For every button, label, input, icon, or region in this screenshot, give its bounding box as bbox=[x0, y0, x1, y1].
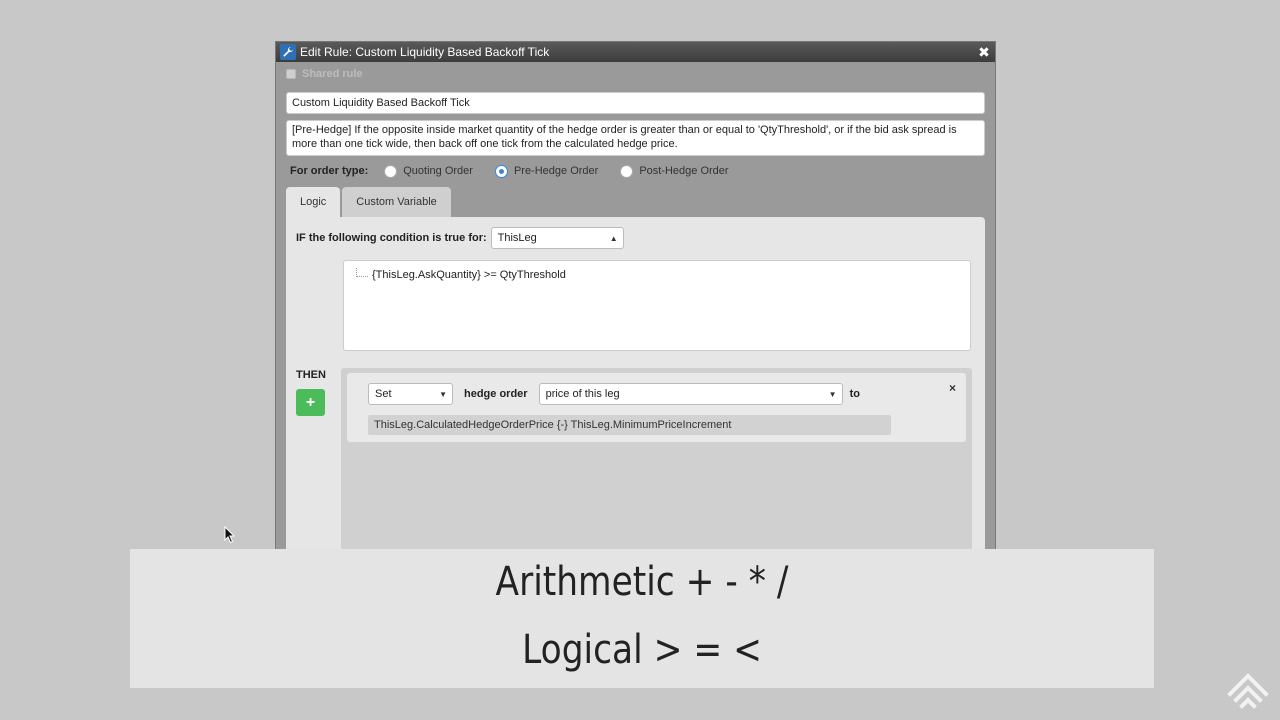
action-verb-select[interactable]: Set ▼ bbox=[368, 383, 453, 405]
edit-rule-dialog: Edit Rule: Custom Liquidity Based Backof… bbox=[275, 41, 996, 601]
condition-label: IF the following condition is true for: bbox=[296, 232, 487, 244]
rule-description-input[interactable]: [Pre-Hedge] If the opposite inside marke… bbox=[286, 120, 985, 156]
radio-post-hedge-order[interactable]: Post-Hedge Order bbox=[620, 164, 729, 178]
condition-target-select[interactable]: ThisLeg ▲ bbox=[490, 227, 624, 249]
updown-arrows-icon: ▲ bbox=[609, 233, 618, 243]
select-value: price of this leg bbox=[545, 388, 620, 400]
to-label: to bbox=[849, 388, 860, 400]
logo-watermark-icon bbox=[1227, 673, 1269, 709]
mouse-pointer-icon bbox=[224, 526, 236, 544]
dialog-title: Edit Rule: Custom Liquidity Based Backof… bbox=[300, 45, 550, 59]
order-type-group: For order type: Quoting Order Pre-Hedge … bbox=[290, 162, 751, 180]
action-property-select[interactable]: price of this leg ▼ bbox=[538, 383, 843, 405]
remove-action-icon[interactable]: × bbox=[949, 381, 956, 395]
radio-button[interactable] bbox=[620, 164, 634, 178]
caption-line-arithmetic: Arithmetic + - * / bbox=[495, 559, 789, 605]
tab-logic[interactable]: Logic bbox=[286, 187, 341, 217]
tab-bar: Logic Custom Variable bbox=[286, 187, 453, 217]
add-action-button[interactable]: + bbox=[296, 389, 325, 416]
tree-connector bbox=[356, 267, 368, 277]
caption-overlay: Arithmetic + - * / Logical > = < bbox=[130, 549, 1154, 688]
radio-quoting-order[interactable]: Quoting Order bbox=[384, 164, 473, 178]
radio-pre-hedge-order[interactable]: Pre-Hedge Order bbox=[494, 164, 599, 178]
then-label: THEN bbox=[296, 369, 326, 381]
tab-custom-variable[interactable]: Custom Variable bbox=[342, 187, 451, 217]
select-value: Set bbox=[375, 388, 392, 400]
radio-label: Pre-Hedge Order bbox=[513, 165, 599, 177]
caption-line-logical: Logical > = < bbox=[522, 627, 762, 673]
radio-button[interactable] bbox=[384, 164, 398, 178]
condition-expression: {ThisLeg.AskQuantity} >= QtyThreshold bbox=[372, 269, 566, 281]
action-item: Set ▼ hedge order price of this leg ▼ to… bbox=[347, 373, 966, 442]
action-row: Set ▼ hedge order price of this leg ▼ to bbox=[368, 383, 860, 405]
chevron-down-icon: ▼ bbox=[828, 389, 837, 399]
action-expression-input[interactable]: ThisLeg.CalculatedHedgeOrderPrice {-} Th… bbox=[368, 415, 891, 435]
select-value: ThisLeg bbox=[497, 232, 537, 244]
rule-name-input[interactable]: Custom Liquidity Based Backoff Tick bbox=[286, 92, 985, 114]
chevron-down-icon: ▼ bbox=[439, 389, 447, 399]
condition-tree[interactable]: {ThisLeg.AskQuantity} >= QtyThreshold bbox=[343, 260, 971, 351]
close-icon[interactable]: ✖ bbox=[977, 45, 991, 59]
dialog-titlebar: Edit Rule: Custom Liquidity Based Backof… bbox=[276, 42, 995, 62]
action-object-label: hedge order bbox=[464, 388, 528, 400]
radio-label: Post-Hedge Order bbox=[639, 165, 729, 177]
condition-row: IF the following condition is true for: … bbox=[296, 227, 624, 249]
checkbox-box[interactable] bbox=[286, 69, 296, 79]
radio-label: Quoting Order bbox=[403, 165, 473, 177]
logic-panel: IF the following condition is true for: … bbox=[286, 217, 985, 601]
condition-node[interactable]: {ThisLeg.AskQuantity} >= QtyThreshold bbox=[356, 267, 566, 281]
radio-button-selected[interactable] bbox=[494, 164, 508, 178]
shared-rule-label: Shared rule bbox=[302, 68, 363, 80]
shared-rule-checkbox[interactable]: Shared rule bbox=[286, 68, 363, 80]
order-type-label: For order type: bbox=[290, 165, 369, 177]
wrench-icon bbox=[280, 44, 296, 60]
